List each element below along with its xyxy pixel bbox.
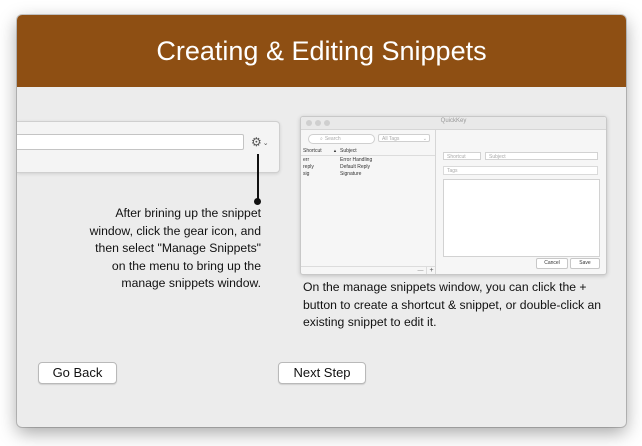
add-snippet-button: + [426,267,436,274]
go-back-button[interactable]: Go Back [38,362,117,384]
gear-icon: ⚙ [251,135,262,149]
gear-menu-button: ⚙⌄ [251,134,275,150]
thumb-list-row: err Error Handling [303,157,373,163]
next-step-button[interactable]: Next Step [278,362,366,384]
pointer-dot [254,198,261,205]
header-bar: Creating & Editing Snippets [17,15,626,87]
snippet-window-crop: ⚙⌄ [17,121,280,173]
thumb-cancel-button: Cancel [536,258,568,269]
manage-snippets-screenshot: QuickKey ⌕ Search All Tags ⌄ Shortcut ▲ Su… [300,116,607,275]
thumb-snippet-body [443,179,600,257]
thumb-save-button: Save [570,258,600,269]
thumb-window-title: QuickKey [440,118,467,124]
tutorial-window: Creating & Editing Snippets ⚙⌄ After bri… [17,15,626,427]
thumb-tags-field: Tags [443,166,598,175]
pointer-line [257,154,259,201]
chevron-down-icon: ⌄ [262,139,269,147]
remove-snippet-button: — [417,268,424,274]
search-icon: ⌕ [320,136,323,142]
thumb-list-row: sig Signature [303,171,362,177]
thumb-list-row: reply Default Reply [303,164,371,170]
thumb-tags-filter: All Tags ⌄ [378,134,430,142]
manage-instructions: On the manage snippets window, you can c… [303,280,602,329]
snippet-search-field [17,134,244,150]
gear-instructions: After brining up the snippet window, cli… [89,206,261,290]
sort-arrow-icon: ▲ [333,148,337,153]
thumb-split-divider [435,130,436,274]
page-title: Creating & Editing Snippets [156,36,487,66]
thumb-search-field: ⌕ Search [308,134,375,144]
thumb-list-footer: — + [301,266,436,274]
thumb-subject-field: Subject [485,152,598,160]
thumb-title-bar: QuickKey [301,117,606,130]
thumb-shortcut-field: Shortcut [443,152,481,160]
thumb-list-header: Shortcut ▲ Subject [301,147,435,156]
chevron-down-icon: ⌄ [422,136,427,142]
